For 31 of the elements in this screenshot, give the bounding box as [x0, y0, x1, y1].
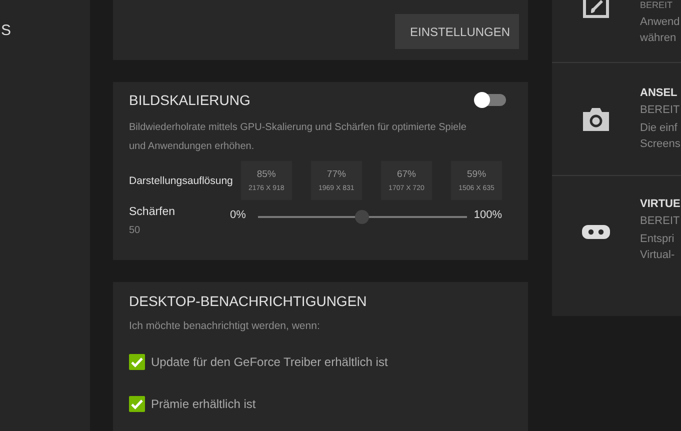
feature-description: Screens [640, 136, 680, 152]
checkbox[interactable] [129, 396, 145, 412]
feature-description: Anwend [640, 15, 680, 30]
slider-thumb[interactable] [355, 210, 370, 224]
paint-brush-icon [582, 0, 610, 19]
checkbox-label: Prämie erhältlich ist [151, 397, 256, 411]
section-description: Ich möchte benachrichtigt werden, wenn: [129, 320, 321, 332]
slider-max-label: 100% [474, 209, 502, 221]
toggle-switch[interactable] [476, 94, 506, 106]
camera-icon [582, 107, 610, 131]
section-title: BILDSKALIERUNG [129, 92, 250, 108]
sharpen-value: 50 [129, 225, 142, 236]
feature-title: ANSEL [640, 86, 678, 98]
feature-description: Virtual- [640, 248, 676, 263]
vr-headset-icon [582, 225, 610, 239]
resolution-label: Darstellungsauflösung [129, 174, 234, 186]
slider-min-label: 0% [230, 209, 246, 221]
section-description: Bildwiederholrate mittels GPU-Skalierung und Schärfen für optimierte Spiele und Anwendungen erhöhen. [129, 121, 468, 154]
section-title: DESKTOP-BENACHRICHTIGUNGEN [129, 293, 367, 309]
feature-description: währen [640, 31, 678, 46]
feature-title: VIRTUE [640, 198, 680, 210]
checkbox[interactable] [129, 354, 145, 370]
sharpen-label: Schärfen [129, 206, 176, 218]
feature-description: Die einf [640, 120, 678, 136]
settings-button[interactable]: EINSTELLUNGEN [395, 14, 519, 49]
feature-description: Entspri [640, 232, 676, 247]
feature-status: BEREIT [640, 104, 680, 116]
checkbox-label: Update für den GeForce Treiber erhältlich ist [151, 355, 388, 369]
feature-status: BEREIT [640, 215, 680, 227]
feature-status: BEREIT [640, 0, 674, 10]
sidebar-item[interactable]: S [1, 22, 13, 39]
